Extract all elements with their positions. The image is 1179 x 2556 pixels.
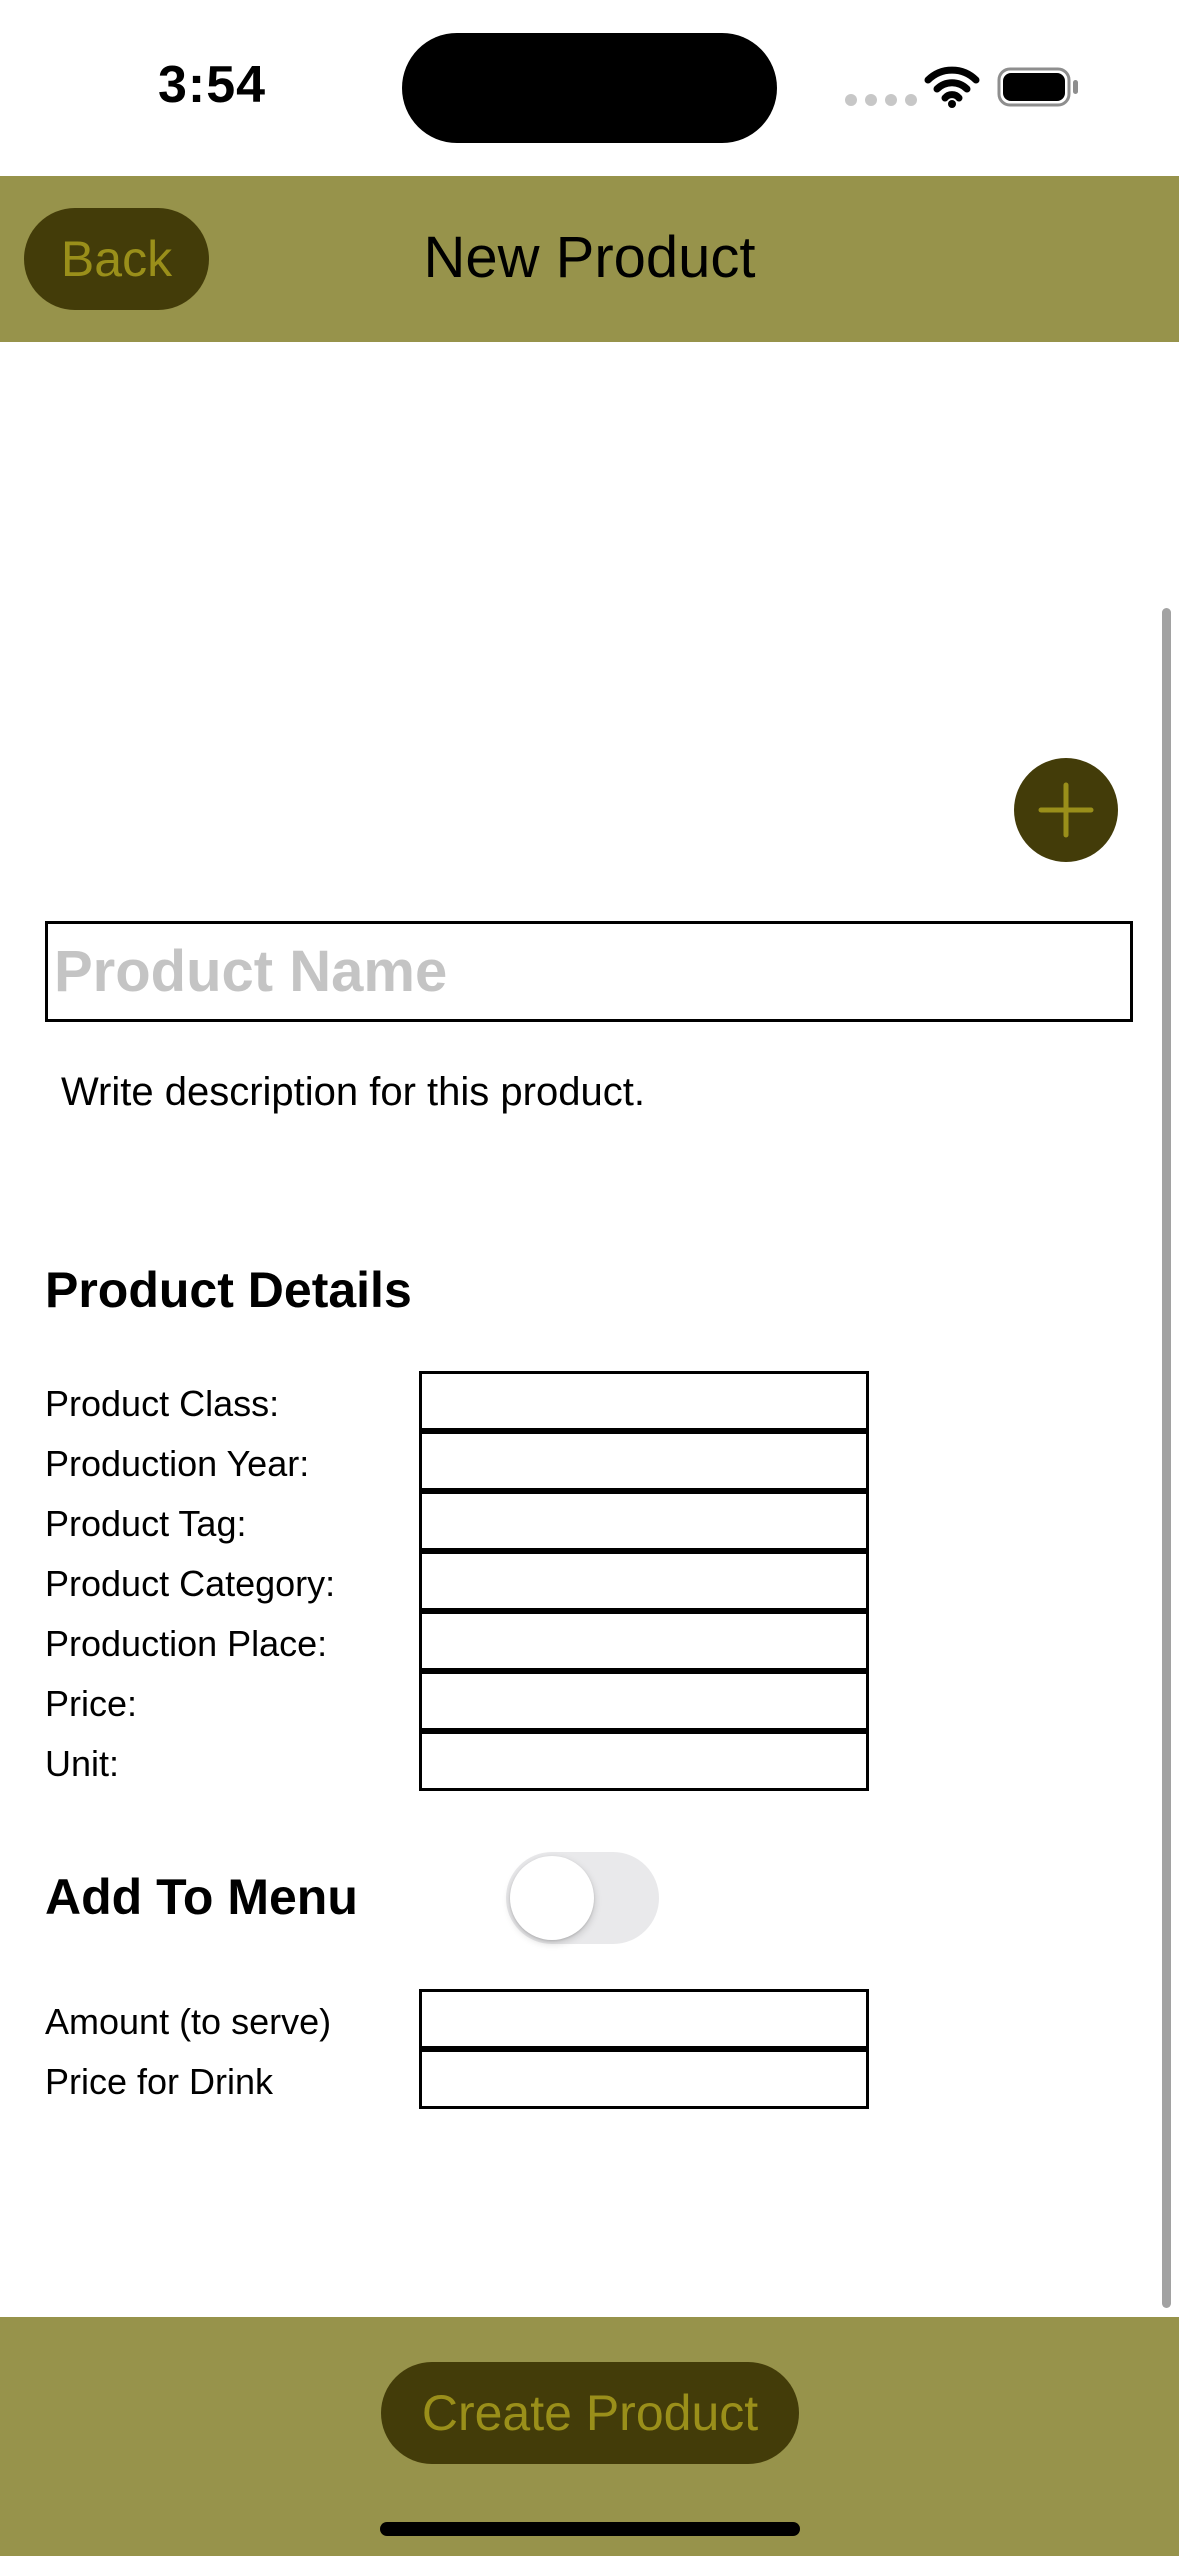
price-for-drink-label: Price for Drink: [45, 2061, 274, 2102]
product-name-input[interactable]: [45, 921, 1133, 1022]
price-field[interactable]: [419, 1671, 869, 1731]
unit-field[interactable]: [419, 1731, 869, 1791]
dynamic-island: [402, 33, 777, 143]
unit-label: Unit:: [45, 1743, 120, 1784]
product-category-label: Product Category:: [45, 1563, 336, 1604]
add-to-menu-toggle[interactable]: [506, 1852, 659, 1944]
production-year-label: Production Year:: [45, 1443, 310, 1484]
product-class-label: Product Class:: [45, 1383, 280, 1424]
production-year-field[interactable]: [419, 1431, 869, 1491]
product-class-field[interactable]: [419, 1371, 869, 1431]
create-product-button[interactable]: Create Product: [381, 2362, 799, 2464]
wifi-icon: [924, 66, 980, 108]
price-label: Price:: [45, 1683, 138, 1724]
product-category-field[interactable]: [419, 1551, 869, 1611]
toggle-knob: [510, 1856, 594, 1940]
price-for-drink-field[interactable]: [419, 2049, 869, 2109]
home-indicator[interactable]: [380, 2522, 800, 2536]
plus-icon: [1038, 782, 1094, 838]
product-details-heading: Product Details: [45, 1262, 412, 1318]
product-tag-label: Product Tag:: [45, 1503, 247, 1544]
product-description[interactable]: Write description for this product.: [61, 1070, 645, 1115]
cellular-signal-icon: [845, 94, 917, 106]
amount-to-serve-field[interactable]: [419, 1989, 869, 2049]
scrollbar[interactable]: [1162, 608, 1171, 2308]
amount-to-serve-label: Amount (to serve): [45, 2001, 332, 2042]
add-to-menu-heading: Add To Menu: [45, 1869, 358, 1925]
add-image-button[interactable]: [1014, 758, 1118, 862]
production-place-label: Production Place:: [45, 1623, 328, 1664]
battery-icon: [997, 67, 1078, 107]
status-time: 3:54: [158, 56, 267, 114]
product-tag-field[interactable]: [419, 1491, 869, 1551]
page-title: New Product: [423, 225, 756, 290]
production-place-field[interactable]: [419, 1611, 869, 1671]
